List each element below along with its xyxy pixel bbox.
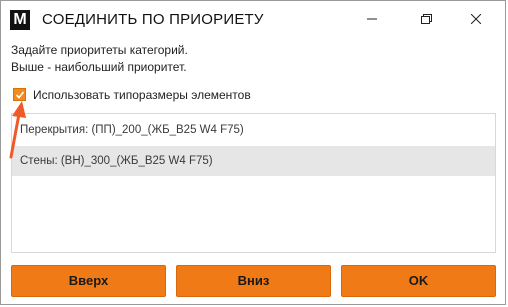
use-sizes-checkbox[interactable] bbox=[13, 88, 26, 101]
maximize-icon bbox=[421, 14, 432, 24]
move-up-button[interactable]: Вверх bbox=[11, 265, 166, 297]
maximize-button[interactable] bbox=[403, 1, 449, 37]
checkmark-icon bbox=[15, 91, 25, 99]
app-logo: M bbox=[10, 10, 30, 30]
description-line-2: Выше - наибольший приоритет. bbox=[11, 60, 187, 74]
list-item[interactable]: Стены: (ВН)_300_(ЖБ_B25 W4 F75) bbox=[12, 146, 495, 176]
window-title: СОЕДИНИТЬ ПО ПРИОРИЕТУ bbox=[42, 11, 264, 28]
use-sizes-checkbox-label[interactable]: Использовать типоразмеры элементов bbox=[33, 87, 251, 103]
category-priority-list[interactable]: Перекрытия: (ПП)_200_(ЖБ_B25 W4 F75) Сте… bbox=[11, 113, 496, 253]
list-item[interactable]: Перекрытия: (ПП)_200_(ЖБ_B25 W4 F75) bbox=[12, 115, 495, 145]
close-button[interactable] bbox=[453, 1, 499, 37]
minimize-icon bbox=[367, 18, 377, 20]
dialog-window: M СОЕДИНИТЬ ПО ПРИОРИЕТУ Задайте приорит… bbox=[0, 0, 506, 305]
move-down-button[interactable]: Вниз bbox=[176, 265, 331, 297]
minimize-button[interactable] bbox=[349, 1, 395, 37]
close-icon bbox=[471, 14, 481, 24]
title-bar[interactable]: M СОЕДИНИТЬ ПО ПРИОРИЕТУ bbox=[1, 1, 505, 37]
ok-button[interactable]: OK bbox=[341, 265, 496, 297]
description-line-1: Задайте приоритеты категорий. bbox=[11, 43, 188, 57]
